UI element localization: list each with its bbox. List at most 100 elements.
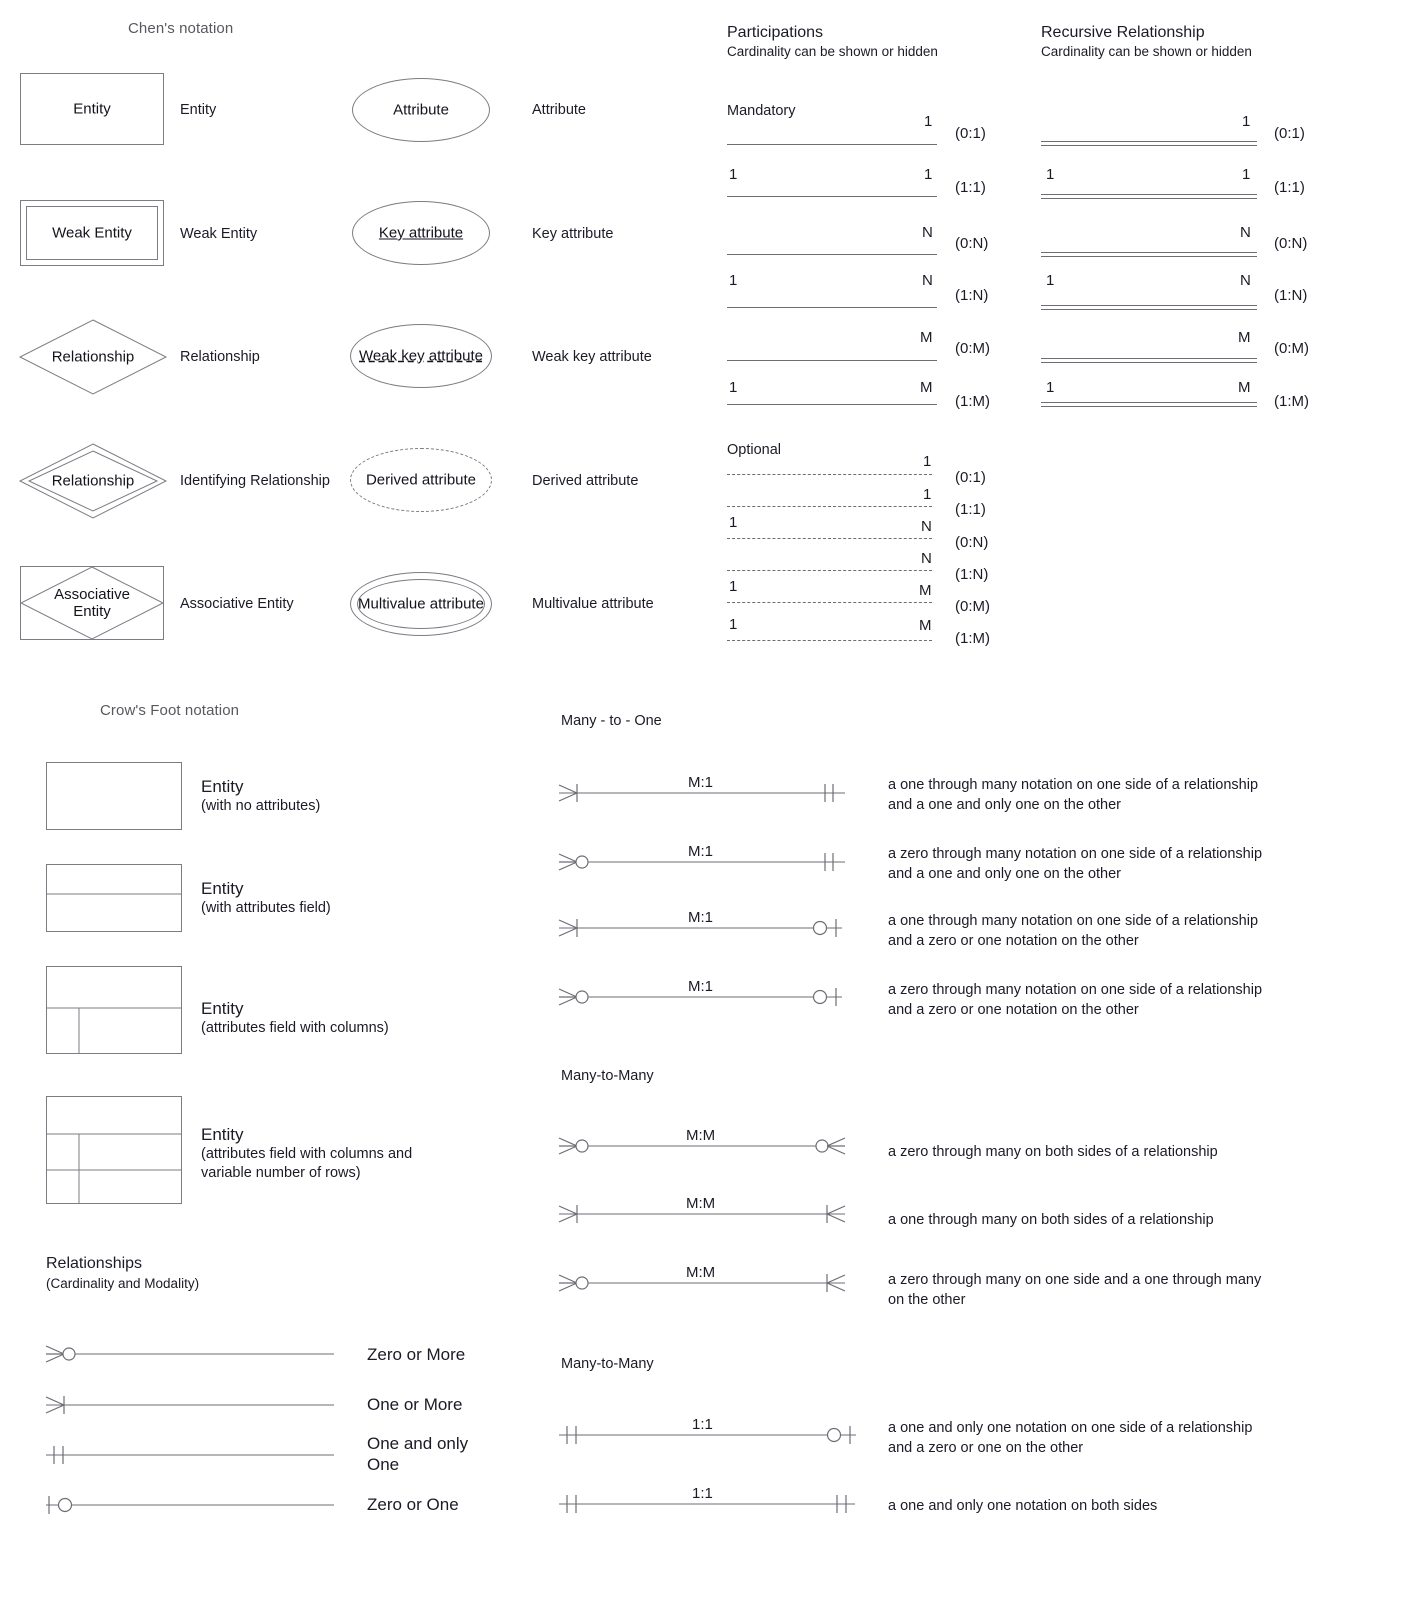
many-to-one-connector-1 xyxy=(557,848,847,876)
crowsfoot-entity-two-row xyxy=(46,864,182,932)
many-to-many-connector-2 xyxy=(557,1269,847,1297)
many-to-one-connector-2 xyxy=(557,914,847,942)
participations-title: Participations xyxy=(727,24,824,41)
optional-cardinality-1: (1:1) xyxy=(955,501,986,518)
optional-left-4: 1 xyxy=(729,578,738,595)
chen-shape-entity: Entity xyxy=(20,73,164,145)
relationship-symbol-one-and-only-one xyxy=(44,1441,334,1469)
relationship-symbol-one-or-more xyxy=(44,1391,334,1419)
chen-shape-identifying-relationship: Relationship xyxy=(18,442,168,520)
mandatory-cardinality-0: (0:1) xyxy=(955,125,986,142)
mandatory-cardinality-4: (0:M) xyxy=(955,340,990,357)
many-to-many-connector-0 xyxy=(557,1132,847,1160)
many-to-one-desc-1: a zero through many notation on one side… xyxy=(888,846,1263,882)
chen-label-weak-key-attribute: Weak key attribute xyxy=(532,349,652,365)
mandatory-cardinality-5: (1:M) xyxy=(955,393,990,410)
mandatory-left-5: 1 xyxy=(729,379,738,396)
recursive-right-4: M xyxy=(1238,329,1251,346)
recursive-cardinality-5: (1:M) xyxy=(1274,393,1309,410)
chen-shape-relationship-label: Relationship xyxy=(51,348,135,366)
chen-label-key-attribute: Key attribute xyxy=(532,226,614,242)
chen-shape-weak-key-attribute-label: Weak key attribute xyxy=(359,347,483,365)
optional-cardinality-3: (1:N) xyxy=(955,566,989,583)
recursive-right-2: N xyxy=(1240,224,1251,241)
mandatory-right-5: M xyxy=(920,379,933,396)
chen-notation-title: Chen's notation xyxy=(128,20,234,37)
mandatory-cardinality-1: (1:1) xyxy=(955,179,986,196)
many-to-one-title: Many - to - One xyxy=(561,713,662,729)
relationship-symbol-zero-or-more xyxy=(44,1340,334,1368)
optional-right-3: N xyxy=(921,550,932,567)
mandatory-line-0 xyxy=(727,144,937,145)
many-to-one-connector-3 xyxy=(557,983,847,1011)
chen-shape-derived-attribute: Derived attribute xyxy=(350,448,492,512)
crowsfoot-entity-three-row-col xyxy=(46,1096,182,1204)
chen-label-associative-entity: Associative Entity xyxy=(180,596,294,612)
recursive-cardinality-4: (0:M) xyxy=(1274,340,1309,357)
optional-right-2: N xyxy=(921,518,932,535)
one-to-one-connector-1 xyxy=(557,1490,857,1518)
mandatory-line-1 xyxy=(727,196,937,197)
recursive-title: Recursive Relationship xyxy=(1041,24,1205,41)
crowsfoot-title: Crow's Foot notation xyxy=(100,702,240,719)
many-to-many-desc-0: a zero through many on both sides of a r… xyxy=(888,1144,1218,1160)
chen-shape-identifying-relationship-label: Relationship xyxy=(51,472,135,490)
chen-shape-attribute: Attribute xyxy=(352,78,490,142)
many-to-one-desc-2: a one through many notation on one side … xyxy=(888,913,1259,949)
one-to-one-title: Many-to-Many xyxy=(561,1356,654,1372)
chen-label-attribute: Attribute xyxy=(532,102,586,118)
optional-line-2 xyxy=(727,538,932,539)
optional-cardinality-4: (0:M) xyxy=(955,598,990,615)
relationships-title: Relationships xyxy=(46,1255,143,1272)
many-to-one-connector-0 xyxy=(557,779,847,807)
chen-label-multivalue-attribute: Multivalue attribute xyxy=(532,596,654,612)
relationship-label-zero-or-more: Zero or More xyxy=(367,1345,466,1364)
many-to-many-title: Many-to-Many xyxy=(561,1068,654,1084)
chen-label-entity: Entity xyxy=(180,102,217,118)
mandatory-left-1: 1 xyxy=(729,166,738,183)
recursive-right-0: 1 xyxy=(1242,113,1251,130)
recursive-right-3: N xyxy=(1240,272,1251,289)
crowsfoot-entity-two-row-col-detail: (attributes field with columns) xyxy=(201,1020,389,1036)
mandatory-line-4 xyxy=(727,360,937,361)
mandatory-cardinality-2: (0:N) xyxy=(955,235,989,252)
mandatory-line-2 xyxy=(727,254,937,255)
mandatory-left-3: 1 xyxy=(729,272,738,289)
mandatory-right-4: M xyxy=(920,329,933,346)
optional-line-3 xyxy=(727,570,932,571)
recursive-right-5: M xyxy=(1238,379,1251,396)
many-to-many-connector-1 xyxy=(557,1200,847,1228)
chen-label-identifying-relationship: Identifying Relationship xyxy=(180,473,330,489)
recursive-left-1: 1 xyxy=(1046,166,1055,183)
crowsfoot-entity-two-row-col xyxy=(46,966,182,1054)
relationships-subtitle: (Cardinality and Modality) xyxy=(46,1276,200,1291)
optional-left-2: 1 xyxy=(729,514,738,531)
one-to-one-desc-1: a one and only one notation on both side… xyxy=(888,1498,1158,1514)
optional-cardinality-2: (0:N) xyxy=(955,534,989,551)
recursive-right-1: 1 xyxy=(1242,166,1251,183)
crowsfoot-entity-plain-name: Entity xyxy=(201,777,244,796)
chen-shape-key-attribute: Key attribute xyxy=(352,201,490,265)
crowsfoot-entity-three-row-col-name: Entity xyxy=(201,1125,244,1144)
chen-shape-associative-entity: Associative Entity xyxy=(19,566,165,640)
many-to-many-desc-1: a one through many on both sides of a re… xyxy=(888,1212,1214,1228)
chen-shape-entity-label: Entity xyxy=(73,100,111,118)
optional-right-1: 1 xyxy=(923,486,932,503)
chen-shape-weak-entity-label: Weak Entity xyxy=(52,224,132,242)
chen-label-derived-attribute: Derived attribute xyxy=(532,473,639,489)
recursive-subtitle: Cardinality can be shown or hidden xyxy=(1041,44,1252,59)
chen-label-weak-entity: Weak Entity xyxy=(180,226,258,242)
mandatory-line-3 xyxy=(727,307,937,308)
optional-cardinality-5: (1:M) xyxy=(955,630,990,647)
mandatory-right-1: 1 xyxy=(924,166,933,183)
mandatory-right-3: N xyxy=(922,272,933,289)
relationship-symbol-zero-or-one xyxy=(44,1491,334,1519)
recursive-cardinality-2: (0:N) xyxy=(1274,235,1308,252)
chen-shape-derived-attribute-label: Derived attribute xyxy=(365,471,477,489)
crowsfoot-entity-two-row-col-name: Entity xyxy=(201,999,244,1018)
relationship-label-one-or-more: One or More xyxy=(367,1395,463,1414)
chen-shape-weak-entity: Weak Entity xyxy=(20,200,164,266)
crowsfoot-entity-three-row-col-detail: (attributes field with columns and varia… xyxy=(201,1146,413,1181)
chen-label-relationship: Relationship xyxy=(180,349,260,365)
one-to-one-desc-0: a one and only one notation on one side … xyxy=(888,1420,1253,1456)
